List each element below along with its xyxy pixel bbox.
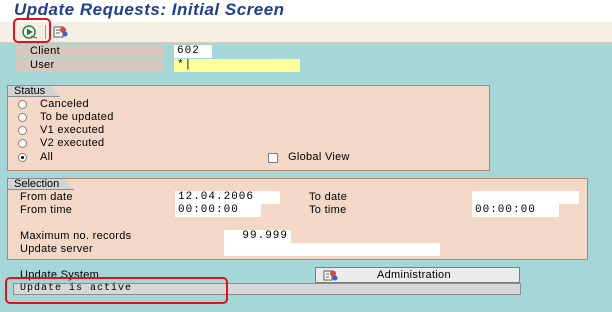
radio-v1-executed[interactable] (18, 126, 27, 135)
radio-all-label: All (40, 151, 54, 163)
client-label: Client (30, 45, 60, 57)
client-field[interactable]: 602 (174, 45, 212, 58)
from-date-label: From date (20, 191, 73, 203)
from-date-field[interactable]: 12.04.2006 (175, 191, 280, 204)
variant-button[interactable] (52, 24, 70, 40)
global-view-label: Global View (288, 151, 350, 163)
radio-to-be-updated[interactable] (18, 113, 27, 122)
status-highlight-box (5, 277, 228, 304)
administration-icon (323, 270, 338, 281)
to-date-field[interactable] (472, 191, 579, 204)
max-records-field[interactable]: 99.999 (224, 230, 291, 243)
page-title: Update Requests: Initial Screen (14, 0, 285, 19)
title-bar: Update Requests: Initial Screen (0, 0, 612, 22)
to-time-label: To time (309, 204, 347, 216)
radio-canceled[interactable] (18, 100, 27, 109)
to-time-field[interactable]: 00:00:00 (472, 204, 559, 217)
to-date-label: To date (309, 191, 348, 203)
radio-v2-executed[interactable] (18, 139, 27, 148)
update-server-field[interactable] (224, 243, 440, 256)
radio-all[interactable] (18, 153, 27, 162)
variant-icon (53, 26, 68, 38)
user-field[interactable]: *| (174, 59, 300, 72)
max-records-label: Maximum no. records (20, 230, 132, 242)
sap-screen: Update Requests: Initial Screen Client 6… (0, 0, 612, 312)
from-time-label: From time (20, 204, 73, 216)
update-server-label: Update server (20, 243, 93, 255)
selection-group-title: Selection (7, 178, 74, 190)
execute-highlight-box (13, 18, 51, 43)
radio-to-be-updated-label: To be updated (40, 111, 114, 123)
radio-canceled-label: Canceled (40, 98, 89, 110)
radio-v2-executed-label: V2 executed (40, 137, 105, 149)
administration-button-label: Administration (377, 269, 451, 281)
global-view-checkbox[interactable] (268, 153, 278, 163)
from-time-field[interactable]: 00:00:00 (175, 204, 261, 217)
status-group-title: Status (7, 85, 60, 97)
radio-v1-executed-label: V1 executed (40, 124, 105, 136)
administration-button[interactable]: Administration (315, 267, 520, 283)
application-toolbar (0, 22, 612, 43)
user-label: User (30, 59, 55, 71)
